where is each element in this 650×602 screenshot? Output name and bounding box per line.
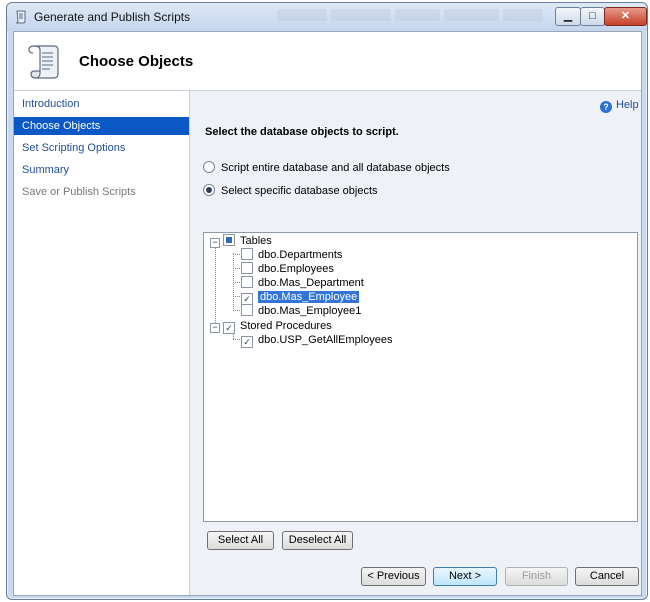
tree-node-label: dbo.Mas_Employee [258, 291, 360, 303]
table-checkbox[interactable] [241, 262, 253, 274]
table-checkbox[interactable] [241, 276, 253, 288]
close-icon: ✕ [620, 10, 631, 22]
tree-node-label: dbo.USP_GetAllEmployees [258, 334, 393, 346]
maximize-icon: □ [589, 10, 596, 22]
table-checkbox[interactable] [241, 248, 253, 260]
tree-node-label: Stored Procedures [240, 320, 332, 332]
maximize-button[interactable]: □ [580, 7, 605, 26]
nav-item-set-scripting-options[interactable]: Set Scripting Options [14, 139, 189, 157]
collapse-icon[interactable]: − [210, 238, 220, 248]
radio-button-specific[interactable] [203, 184, 215, 196]
previous-button[interactable]: < Previous [361, 567, 426, 586]
radio-label-specific: Select specific database objects [221, 185, 378, 197]
next-button[interactable]: Next > [433, 567, 497, 586]
nav-item-summary[interactable]: Summary [14, 161, 189, 179]
tables-checkbox[interactable] [223, 234, 235, 246]
procedure-checkbox-checked[interactable]: ✓ [241, 336, 253, 348]
tree-connector [233, 339, 240, 340]
finish-button: Finish [505, 567, 568, 586]
close-button[interactable]: ✕ [604, 7, 647, 26]
tree-node-label: dbo.Mas_Employee1 [258, 305, 362, 317]
table-checkbox[interactable] [241, 304, 253, 316]
tree-node-label: dbo.Employees [258, 263, 334, 275]
tree-node-table-selected[interactable]: ✓ dbo.Mas_Employee [241, 290, 360, 305]
main-panel: ? Help Select the database objects to scr… [190, 91, 641, 595]
deselect-all-button[interactable]: Deselect All [282, 531, 353, 550]
nav-item-introduction[interactable]: Introduction [14, 95, 189, 113]
radio-script-entire-database[interactable]: Script entire database and all database … [203, 161, 450, 174]
tree-node-label: dbo.Mas_Department [258, 277, 364, 289]
select-all-button[interactable]: Select All [207, 531, 274, 550]
radio-select-specific-objects[interactable]: Select specific database objects [203, 184, 378, 197]
tree-node-label: dbo.Departments [258, 249, 343, 261]
minimize-icon: ▁ [563, 10, 573, 22]
tree-node-table[interactable]: dbo.Mas_Employee1 [241, 304, 361, 318]
collapse-icon[interactable]: − [210, 323, 220, 333]
tree-connector [233, 282, 240, 283]
dialog-client: Choose Objects Introduction Choose Objec… [13, 31, 642, 596]
radio-label-entire: Script entire database and all database … [221, 162, 450, 174]
script-icon [15, 10, 26, 24]
page-header: Choose Objects [14, 32, 641, 91]
instruction-text: Select the database objects to script. [205, 126, 399, 138]
help-link[interactable]: ? Help [600, 99, 639, 113]
scroll-icon [28, 45, 59, 79]
radio-button-entire[interactable] [203, 161, 215, 173]
tree-node-label: Tables [240, 235, 272, 247]
tree-node-table[interactable]: dbo.Departments [241, 248, 342, 262]
window-title: Generate and Publish Scripts [34, 10, 191, 24]
nav-item-save-or-publish: Save or Publish Scripts [22, 186, 136, 198]
help-icon: ? [600, 101, 612, 113]
procedures-checkbox-checked[interactable]: ✓ [223, 322, 235, 334]
tree-connector [233, 296, 240, 297]
help-label: Help [616, 99, 639, 111]
tree-node-table[interactable]: dbo.Employees [241, 262, 334, 276]
tree-connector [233, 310, 240, 311]
page-title: Choose Objects [79, 53, 194, 70]
title-bar[interactable]: Generate and Publish Scripts ▁ □ ✕ [7, 3, 647, 31]
tree-connector [233, 268, 240, 269]
tree-connector [233, 254, 240, 255]
object-tree[interactable]: − Tables dbo.Departments dbo.Employees db… [203, 232, 638, 522]
cancel-button[interactable]: Cancel [575, 567, 639, 586]
tree-node-table[interactable]: dbo.Mas_Department [241, 276, 364, 290]
minimize-button[interactable]: ▁ [555, 7, 581, 26]
tree-node-procedure[interactable]: ✓ dbo.USP_GetAllEmployees [241, 333, 393, 348]
wizard-nav: Introduction Choose Objects Set Scriptin… [14, 91, 190, 595]
tree-node-stored-procedures[interactable]: − ✓ Stored Procedures [210, 319, 332, 334]
tree-node-tables[interactable]: − Tables [210, 234, 272, 248]
dialog-window: Generate and Publish Scripts ▁ □ ✕ Choos… [6, 2, 648, 600]
nav-item-choose-objects[interactable]: Choose Objects [14, 117, 189, 135]
background-window-tabs [277, 9, 547, 23]
